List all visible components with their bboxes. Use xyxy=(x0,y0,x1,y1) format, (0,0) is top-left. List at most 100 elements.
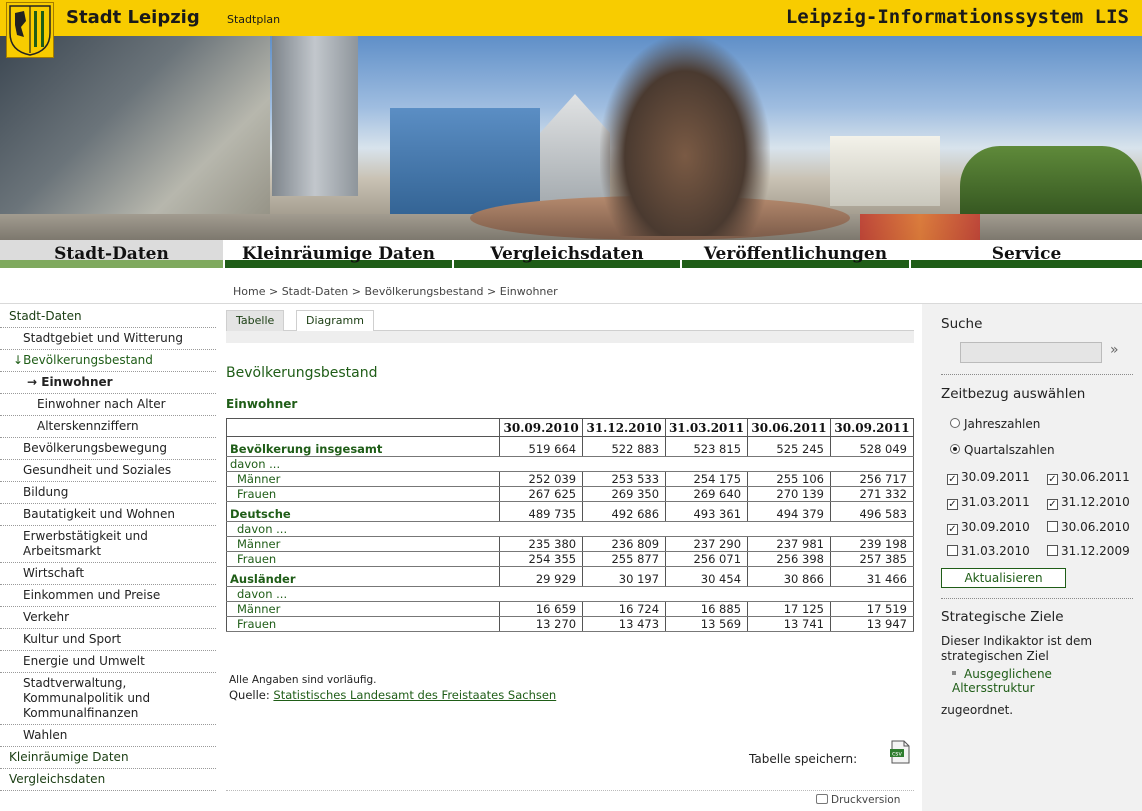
strategic-goal-item[interactable]: Ausgeglichene Altersstruktur xyxy=(952,667,1102,695)
nav-veroeffentlichungen[interactable]: Veröffentlichungen xyxy=(682,240,909,268)
sidebar-item-stadt-daten[interactable]: Stadt-Daten xyxy=(0,306,216,328)
provisional-note: Alle Angaben sind vorläufig. xyxy=(229,674,377,686)
breadcrumb-stadt-daten[interactable]: Stadt-Daten xyxy=(282,285,349,298)
search-go-icon[interactable]: » xyxy=(1110,342,1119,358)
sidebar-item-bevoelkerungsbestand[interactable]: ↓Bevölkerungsbestand xyxy=(0,350,216,372)
sidebar-item-wahlen[interactable]: Wahlen xyxy=(0,725,216,747)
stadtplan-link[interactable]: Stadtplan xyxy=(227,13,280,26)
row-label: Deutsche xyxy=(225,501,501,522)
radio-button[interactable] xyxy=(950,418,960,428)
radio-jahreszahlen[interactable]: Jahreszahlen xyxy=(950,417,1040,431)
left-sidebar: Stadt-Daten Stadtgebiet und Witterung ↓B… xyxy=(0,306,216,791)
sidebar-item-stadtverwaltung[interactable]: Stadtverwaltung, Kommunalpolitik und Kom… xyxy=(0,673,216,725)
table-cell: 254 355 xyxy=(499,551,584,567)
checkbox-label: 31.03.2011 xyxy=(961,495,1030,509)
breadcrumb-home[interactable]: Home xyxy=(233,285,265,298)
unchecked-checkbox[interactable] xyxy=(947,545,958,556)
column-header: 30.09.2011 xyxy=(829,418,915,437)
row-label: Frauen xyxy=(225,616,501,632)
sidebar-item-bevoelkerungsbewegung[interactable]: Bevölkerungsbewegung xyxy=(0,438,216,460)
checkbox-label: 30.09.2010 xyxy=(961,520,1030,534)
sidebar-item-kleinraeumige-daten[interactable]: Kleinräumige Daten xyxy=(0,747,216,769)
checkbox-31-12-2009[interactable]: 31.12.2009 xyxy=(1047,544,1130,558)
table-cell: 13 569 xyxy=(665,616,749,632)
nav-kleinraeumige-daten[interactable]: Kleinräumige Daten xyxy=(225,240,452,268)
city-coat-of-arms-logo[interactable] xyxy=(6,2,54,58)
checked-checkbox[interactable]: ✓ xyxy=(1047,499,1058,510)
checked-checkbox[interactable]: ✓ xyxy=(947,499,958,510)
breadcrumb-einwohner[interactable]: Einwohner xyxy=(500,285,558,298)
table-cell: 13 473 xyxy=(582,616,667,632)
table-cell: 16 724 xyxy=(582,601,667,617)
sidebar-item-energie[interactable]: Energie und Umwelt xyxy=(0,651,216,673)
table-cell: 523 815 xyxy=(665,436,749,457)
sidebar-item-wirtschaft[interactable]: Wirtschaft xyxy=(0,563,216,585)
table-cell: 267 625 xyxy=(499,486,584,502)
checked-checkbox[interactable]: ✓ xyxy=(1047,474,1058,485)
sidebar-item-einwohner[interactable]: → Einwohner xyxy=(0,372,216,394)
sidebar-item-bildung[interactable]: Bildung xyxy=(0,482,216,504)
sidebar-item-label: Bevölkerungsbestand xyxy=(23,353,153,367)
refresh-button[interactable]: Aktualisieren xyxy=(941,568,1066,588)
sidebar-item-kultur[interactable]: Kultur und Sport xyxy=(0,629,216,651)
table-cell: 493 361 xyxy=(665,501,749,522)
unchecked-checkbox[interactable] xyxy=(1047,545,1058,556)
table-cell: 255 106 xyxy=(747,471,831,487)
unchecked-checkbox[interactable] xyxy=(1047,521,1058,532)
sidebar-item-verkehr[interactable]: Verkehr xyxy=(0,607,216,629)
table-cell: 16 885 xyxy=(665,601,749,617)
sidebar-item-einwohner-nach-alter[interactable]: Einwohner nach Alter xyxy=(0,394,216,416)
top-bar: Stadt Leipzig Stadtplan Leipzig-Informat… xyxy=(0,0,1142,58)
radio-button-selected[interactable] xyxy=(950,444,960,454)
content-divider xyxy=(226,790,914,791)
sidebar-item-gesundheit[interactable]: Gesundheit und Soziales xyxy=(0,460,216,482)
table-cell: 235 380 xyxy=(499,536,584,552)
source-line: Quelle: Statistisches Landesamt des Frei… xyxy=(229,688,556,702)
tab-tabelle[interactable]: Tabelle xyxy=(226,310,285,331)
checkbox-30-06-2010[interactable]: 30.06.2010 xyxy=(1047,520,1130,534)
print-version-link[interactable]: Druckversion xyxy=(816,794,900,806)
table-cell: 13 270 xyxy=(499,616,584,632)
table-cell: 494 379 xyxy=(747,501,831,522)
sidebar-item-erwerbstaetigkeit[interactable]: Erwerbstätigkeit und Arbeitsmarkt xyxy=(0,526,216,563)
checked-checkbox[interactable]: ✓ xyxy=(947,474,958,485)
radio-quartalszahlen[interactable]: Quartalszahlen xyxy=(950,443,1055,457)
checkbox-31-12-2010[interactable]: ✓ 31.12.2010 xyxy=(1047,495,1130,510)
svg-text:csv: csv xyxy=(892,751,902,758)
sidebar-item-vergleichsdaten[interactable]: Vergleichsdaten xyxy=(0,769,216,791)
brand-name[interactable]: Stadt Leipzig xyxy=(66,7,200,28)
row-label: davon ... xyxy=(226,456,914,472)
breadcrumb-separator: > xyxy=(487,285,497,298)
table-cell: 17 125 xyxy=(747,601,831,617)
checkbox-30-06-2011[interactable]: ✓ 30.06.2011 xyxy=(1047,470,1130,485)
table-header-row: 30.09.2010 31.12.2010 31.03.2011 30.06.2… xyxy=(225,418,915,437)
checkbox-30-09-2011[interactable]: ✓ 30.09.2011 xyxy=(947,470,1030,485)
sidebar-item-alterskennziffern[interactable]: Alterskennziffern xyxy=(0,416,216,438)
checkbox-row: ✓ 30.09.2010 30.06.2010 xyxy=(947,520,1130,535)
nav-stadt-daten[interactable]: Stadt-Daten xyxy=(0,240,223,268)
checkbox-30-09-2010[interactable]: ✓ 30.09.2010 xyxy=(947,520,1030,535)
table-cell: 237 290 xyxy=(665,536,749,552)
sidebar-item-stadtgebiet[interactable]: Stadtgebiet und Witterung xyxy=(0,328,216,350)
section-title: Bevölkerungsbestand xyxy=(226,365,378,381)
nav-service[interactable]: Service xyxy=(911,240,1142,268)
population-table: 30.09.2010 31.12.2010 31.03.2011 30.06.2… xyxy=(225,418,915,632)
tab-diagramm[interactable]: Diagramm xyxy=(296,310,374,331)
breadcrumb-separator: > xyxy=(351,285,361,298)
current-arrow-icon: → xyxy=(27,375,38,389)
table-row: Männer 252 039 253 533 254 175 255 106 2… xyxy=(225,471,915,487)
breadcrumb-bevoelkerungsbestand[interactable]: Bevölkerungsbestand xyxy=(365,285,484,298)
csv-download-icon[interactable]: csv xyxy=(889,740,911,764)
checkbox-31-03-2010[interactable]: 31.03.2010 xyxy=(947,544,1030,558)
source-link[interactable]: Statistisches Landesamt des Freistaates … xyxy=(273,688,556,702)
table-cell: 29 929 xyxy=(499,566,584,587)
nav-vergleichsdaten[interactable]: Vergleichsdaten xyxy=(454,240,680,268)
table-row: Ausländer 29 929 30 197 30 454 30 866 31… xyxy=(225,566,915,587)
search-input[interactable] xyxy=(960,342,1102,363)
column-header: 31.03.2011 xyxy=(665,418,749,437)
checked-checkbox[interactable]: ✓ xyxy=(947,524,958,535)
sidebar-item-bautaetigkeit[interactable]: Bautatigkeit und Wohnen xyxy=(0,504,216,526)
table-row: davon ... xyxy=(226,456,914,472)
checkbox-31-03-2011[interactable]: ✓ 31.03.2011 xyxy=(947,495,1030,510)
sidebar-item-einkommen[interactable]: Einkommen und Preise xyxy=(0,585,216,607)
